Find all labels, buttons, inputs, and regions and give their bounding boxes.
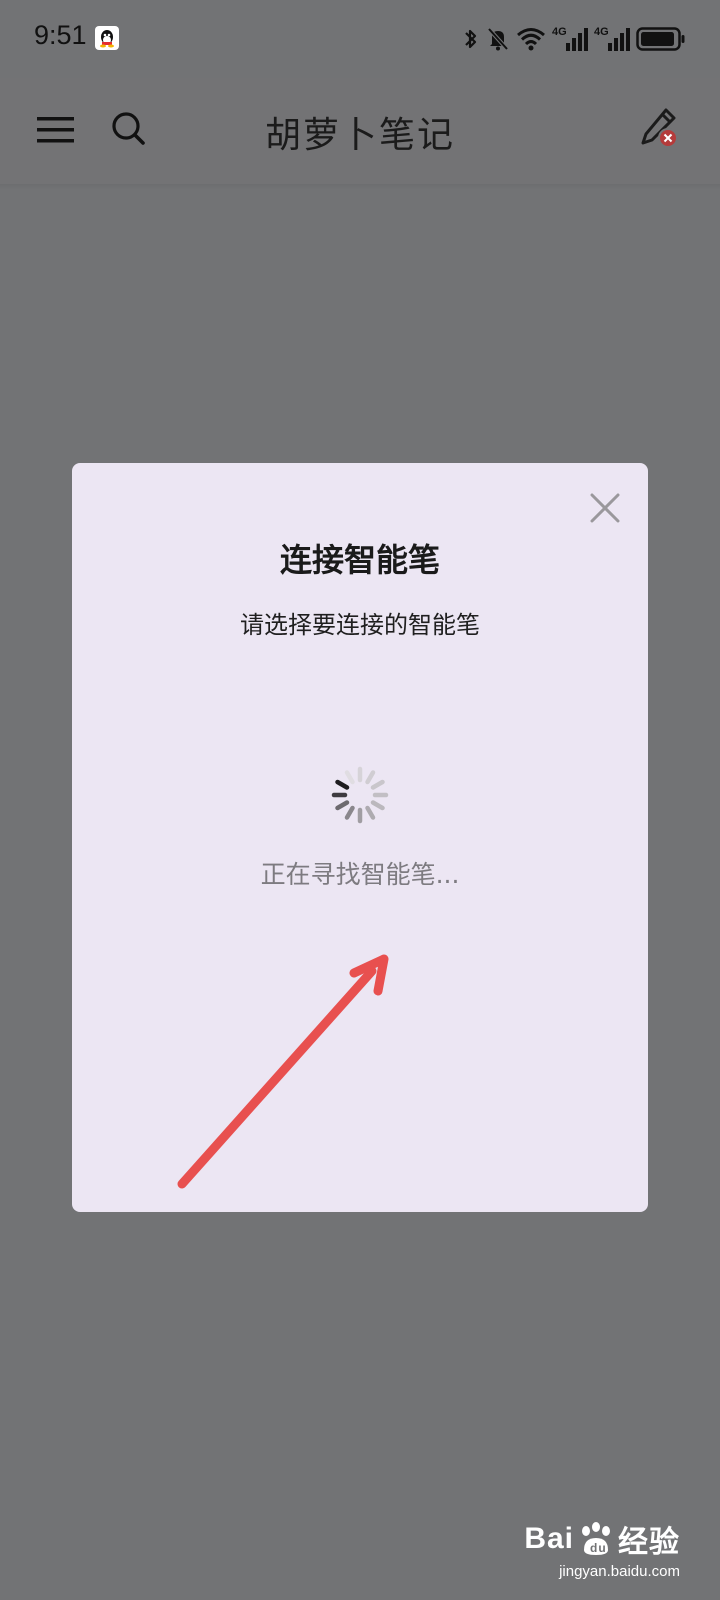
app-title: 胡萝卜笔记: [264, 115, 455, 156]
paw-icon: du: [582, 1522, 610, 1555]
wifi-icon: [517, 28, 545, 51]
watermark-logo: Bai du 经验: [524, 1517, 680, 1561]
network-label: 4G: [594, 26, 609, 38]
status-time: 9:51: [34, 20, 87, 50]
signal-4g-icon: 4G: [594, 26, 630, 51]
watermark-logo-suffix: 经验: [618, 1526, 680, 1559]
status-bar: 9:51 4G 4G: [0, 0, 720, 78]
signal-4g-icon: 4G: [552, 26, 588, 51]
loading-spinner-icon: [331, 766, 389, 824]
bell-muted-icon: [487, 27, 509, 51]
dialog-title: 连接智能笔: [279, 541, 440, 579]
svg-text:du: du: [590, 1541, 607, 1555]
bluetooth-icon: [465, 29, 477, 49]
baidu-jingyan-watermark: Bai du 经验 jingyan.baidu.com: [524, 1517, 680, 1580]
connect-pen-dialog: 连接智能笔 请选择要连接的智能笔 正在寻找智能笔...: [72, 463, 648, 1212]
searching-status-text: 正在寻找智能笔...: [260, 860, 460, 889]
close-icon[interactable]: [590, 493, 620, 523]
pen-disconnected-icon[interactable]: [638, 106, 684, 152]
battery-icon: [636, 27, 685, 51]
watermark-url: jingyan.baidu.com: [559, 1563, 680, 1580]
app-bar-shadow: [0, 184, 720, 190]
qq-icon: [95, 26, 119, 50]
dialog-subtitle: 请选择要连接的智能笔: [240, 611, 480, 639]
network-label: 4G: [552, 26, 567, 38]
status-icons: 4G 4G: [462, 24, 686, 54]
watermark-logo-text: Bai: [524, 1522, 574, 1555]
